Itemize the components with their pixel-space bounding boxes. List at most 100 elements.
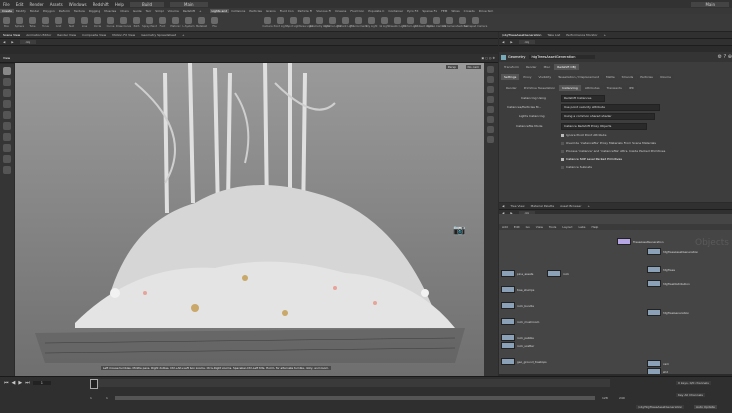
light-tool-8[interactable]: Sky Light <box>365 17 378 28</box>
shelf-tool-4[interactable]: Grid <box>52 17 65 28</box>
path-obj-right[interactable]: obj <box>518 40 536 44</box>
start-frame-field[interactable]: 1 <box>90 396 92 400</box>
net-menu-view[interactable]: View <box>536 225 543 229</box>
tab-matte[interactable]: Matte <box>603 74 618 80</box>
brush-tool-icon[interactable] <box>3 133 11 141</box>
ignore-pivot-checkbox[interactable] <box>561 134 564 137</box>
tab-add-right[interactable]: + <box>604 33 607 37</box>
menu-edit[interactable]: Edit <box>16 2 24 7</box>
end-frame-field-2[interactable]: 240 <box>619 396 625 400</box>
tab-tree-view[interactable]: Tree View <box>510 204 524 208</box>
network-node[interactable]: rock_bundle <box>501 302 534 309</box>
light-tool-14[interactable]: VR Camera <box>442 17 457 28</box>
net-menu-add[interactable]: Add <box>502 225 508 229</box>
tab-performance-monitor[interactable]: Performance Monitor <box>566 33 597 37</box>
instance-subnets-checkbox[interactable] <box>561 166 564 169</box>
shelf-tool-0[interactable]: Box <box>0 17 13 28</box>
tab-ipr[interactable]: IPR <box>625 85 637 91</box>
shelf-tab-drive[interactable]: Drive Sim <box>477 9 496 13</box>
tab-animation-editor[interactable]: Animation Editor <box>26 33 51 37</box>
net-menu-layout[interactable]: Layout <box>562 225 572 229</box>
tab-add-net[interactable]: + <box>587 204 590 208</box>
move-tool-icon[interactable] <box>3 78 11 86</box>
shelf-tab-wires[interactable]: Wires <box>449 9 461 13</box>
play-icon[interactable]: ▶ <box>18 380 22 386</box>
view-menu[interactable]: View <box>3 56 10 60</box>
shelf-tab-collisions[interactable]: Collisions <box>229 9 247 13</box>
shelf-tool-16[interactable]: File <box>208 17 221 28</box>
shading-icon[interactable] <box>487 86 494 93</box>
tab-instancing[interactable]: Instancing <box>559 85 581 91</box>
process-instance-checkbox[interactable] <box>561 150 564 153</box>
shelf-tab-create[interactable]: Create <box>0 9 14 13</box>
shelf-tab-crowds[interactable]: Crowds <box>462 9 477 13</box>
tab-misc[interactable]: Misc <box>540 64 554 70</box>
shelf-tab-particle-fl[interactable]: Particle Fl <box>296 9 315 13</box>
tab-volume[interactable]: Volume <box>656 74 675 80</box>
tab-redshift-obj[interactable]: Redshift OBJ <box>554 64 579 70</box>
tab-settings[interactable]: Settings <box>501 74 520 80</box>
network-node[interactable]: rock_scatter <box>501 342 534 349</box>
shelf-tab-deform[interactable]: Deform <box>57 9 72 13</box>
shelf-tab-fluid-con2[interactable]: Fluid Con <box>348 9 366 13</box>
network-node[interactable]: htgTreesAssetGeneration <box>647 248 698 255</box>
node-name-field[interactable]: htgTreesAssetGeneration <box>529 55 596 59</box>
network-node[interactable]: pine_assets <box>501 270 533 277</box>
tab-transients[interactable]: Transients <box>603 85 625 91</box>
tab-composite-view[interactable]: Composite View <box>82 33 106 37</box>
tab-proxy[interactable]: Proxy <box>520 74 535 80</box>
net-menu-tools[interactable]: Tools <box>549 225 556 229</box>
network-node[interactable]: cam <box>647 360 669 367</box>
light-tool-1[interactable]: Point Light <box>274 17 287 28</box>
shelf-tool-12[interactable]: Font <box>156 17 169 28</box>
shelf-tab-sparse[interactable]: Sparse Fx <box>420 9 439 13</box>
shelf-tab-container[interactable]: Container <box>386 9 405 13</box>
menu-windows[interactable]: Windows <box>69 2 87 7</box>
light-tool-0[interactable]: Camera <box>261 17 274 28</box>
shelf-tab-texture[interactable]: Texture <box>72 9 87 13</box>
instancefile-mode-select[interactable]: Instance Redshift Proxy Objects <box>561 123 647 130</box>
shelf-tool-9[interactable]: Draw Curve <box>116 17 131 28</box>
tab-add[interactable]: + <box>182 33 185 37</box>
menu-assets[interactable]: Assets <box>50 2 63 7</box>
main-desktop-select[interactable]: Main <box>170 1 208 7</box>
instances-select[interactable]: Use point velocity attribute <box>561 104 660 111</box>
back-arrow-icon[interactable]: ◀ <box>502 204 504 208</box>
lighting-icon[interactable] <box>487 76 494 83</box>
shelf-tab-lights[interactable]: Lights and <box>209 9 230 13</box>
snap-icon[interactable] <box>487 116 494 123</box>
display-options-icon[interactable] <box>487 66 494 73</box>
rotate-tool-icon[interactable] <box>3 89 11 97</box>
shelf-tab-rigging[interactable]: Rigging <box>87 9 102 13</box>
visibility-icon[interactable] <box>487 126 494 133</box>
scene-viewport[interactable]: Persp No cam 📷 Left mouse tumbles. Middl… <box>15 63 484 376</box>
shelf-tab-chars[interactable]: Chars <box>118 9 131 13</box>
shelf-tab-muscles[interactable]: Muscles <box>102 9 118 13</box>
camera-tool-icon[interactable] <box>3 155 11 163</box>
shelf-tab-particles[interactable]: Particles <box>247 9 264 13</box>
range-slider[interactable] <box>115 396 595 400</box>
net-menu-edit[interactable]: Edit <box>514 225 520 229</box>
network-node[interactable]: tree_stumps <box>501 286 534 293</box>
viewport-tools-icon[interactable]: ▣ ▢ ◎ ✥ <box>481 56 495 60</box>
network-node[interactable]: rock <box>547 270 569 277</box>
instance-sop-checkbox[interactable] <box>561 158 564 161</box>
shelf-tab-simpl[interactable]: Simpl <box>153 9 165 13</box>
auto-update-select[interactable]: Auto Update <box>694 405 717 409</box>
net-menu-labs[interactable]: Labs <box>579 225 586 229</box>
shelf-tool-5[interactable]: Null <box>65 17 78 28</box>
shelf-tool-3[interactable]: Torus <box>39 17 52 28</box>
tab-particles[interactable]: Particles <box>637 74 656 80</box>
ghost-icon[interactable] <box>487 136 494 143</box>
shelf-tab-pyro[interactable]: Pyro FX <box>405 9 420 13</box>
net-menu-go[interactable]: Go <box>526 225 530 229</box>
magnet-tool-icon[interactable] <box>3 144 11 152</box>
back-arrow-icon[interactable]: ◀ <box>3 40 5 44</box>
network-node[interactable]: rock_mushroom <box>501 318 539 325</box>
skip-start-icon[interactable]: ⏮ <box>4 380 9 386</box>
tab-asset-browser[interactable]: Asset Browser <box>560 204 581 208</box>
right-desktop-select[interactable]: Main <box>691 1 729 7</box>
no-camera-menu[interactable]: No cam <box>465 65 481 69</box>
shelf-tab-populate[interactable]: Populate C <box>366 9 386 13</box>
shelf-tool-13[interactable]: Platonic <box>169 17 182 28</box>
